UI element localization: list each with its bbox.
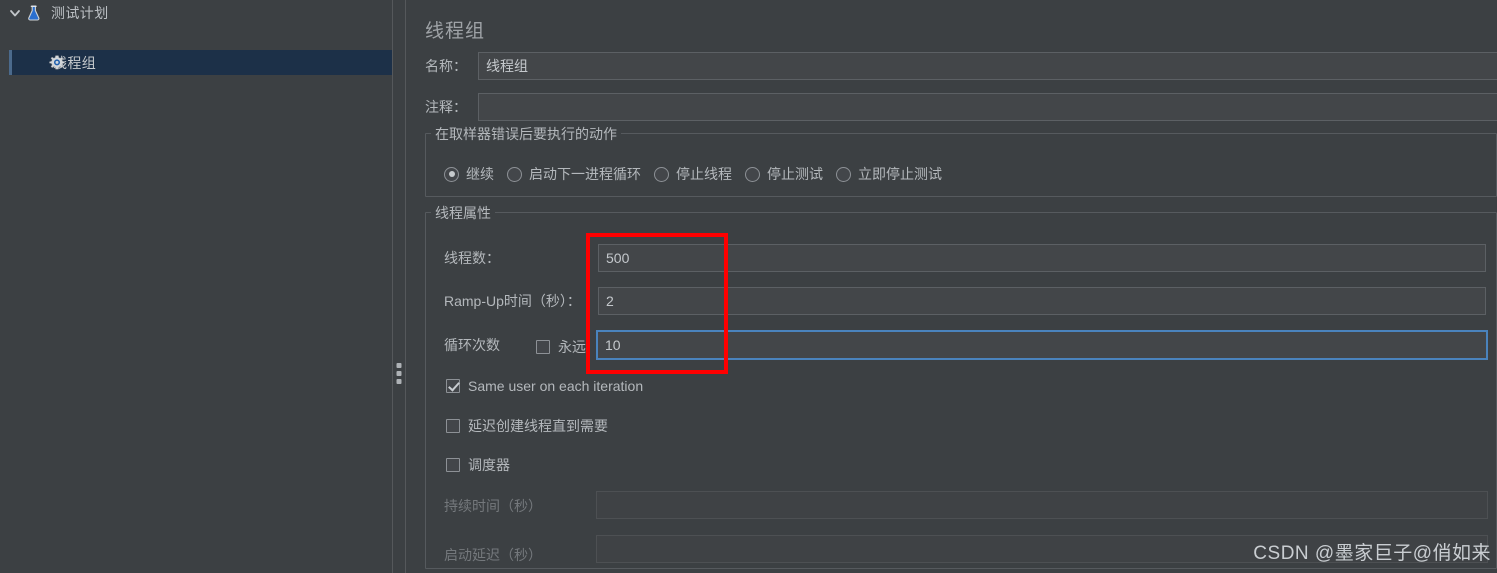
radio-indicator[interactable]	[654, 166, 669, 182]
radio-indicator[interactable]	[745, 166, 760, 182]
name-input[interactable]	[478, 52, 1497, 80]
watermark-text: CSDN @墨家巨子@俏如来	[1253, 543, 1491, 564]
ramp-up-row: Ramp-Up时间（秒）：	[444, 287, 581, 315]
sampler-error-action-radios: 继续 启动下一进程循环 停止线程 停止测试 立即停止测试	[444, 164, 955, 184]
startup-delay-label: 启动延迟（秒）	[444, 547, 542, 563]
num-threads-row: 线程数：	[444, 244, 500, 272]
radio-label: 继续	[466, 166, 494, 182]
checkbox-label: 延迟创建线程直到需要	[468, 418, 608, 434]
tree-item-thread-group[interactable]: 线程组	[9, 50, 392, 75]
checkbox-indicator[interactable]	[536, 340, 550, 354]
gear-icon	[48, 54, 66, 72]
loop-forever-checkbox[interactable]: 永远	[536, 337, 586, 357]
radio-indicator[interactable]	[836, 166, 851, 182]
loop-count-row: 循环次数	[444, 331, 500, 359]
comment-input[interactable]	[478, 93, 1497, 121]
radio-stop-test-now[interactable]: 立即停止测试	[836, 164, 942, 184]
jmeter-window: 测试计划 线程组 线程组 名称： 注释：	[0, 0, 1497, 573]
startup-delay-row: 启动延迟（秒）	[444, 541, 542, 569]
num-threads-label: 线程数：	[444, 250, 500, 266]
radio-start-next-loop[interactable]: 启动下一进程循环	[507, 164, 641, 184]
comment-row: 注释：	[425, 93, 1497, 121]
radio-label: 启动下一进程循环	[529, 166, 641, 182]
radio-label: 停止线程	[676, 166, 732, 182]
same-user-each-iteration-checkbox[interactable]: Same user on each iteration	[446, 378, 643, 394]
ramp-up-input[interactable]	[598, 287, 1486, 315]
comment-label: 注释：	[425, 99, 467, 115]
chevron-down-icon[interactable]	[4, 6, 26, 20]
page-title: 线程组	[425, 21, 486, 42]
radio-stop-test[interactable]: 停止测试	[745, 164, 823, 184]
duration-row: 持续时间（秒）	[444, 492, 542, 520]
thread-properties-legend: 线程属性	[431, 203, 495, 223]
thread-group-config-panel: 线程组 名称： 注释： 在取样器错误后要执行的动作 继续 启动下一进程循环	[406, 0, 1497, 573]
name-label: 名称：	[425, 58, 467, 74]
tree-item-label: 测试计划	[51, 4, 109, 21]
checkbox-label: 永远	[558, 339, 586, 355]
delay-thread-creation-checkbox[interactable]: 延迟创建线程直到需要	[446, 416, 608, 436]
test-plan-tree: 测试计划 线程组	[0, 0, 392, 573]
panel-splitter[interactable]	[392, 0, 406, 573]
radio-indicator[interactable]	[507, 166, 522, 182]
checkbox-indicator[interactable]	[446, 419, 460, 433]
radio-indicator[interactable]	[444, 166, 459, 182]
tree-item-test-plan[interactable]: 测试计划	[0, 0, 392, 25]
radio-label: 停止测试	[767, 166, 823, 182]
loop-count-label: 循环次数	[444, 337, 500, 353]
sampler-error-action-legend: 在取样器错误后要执行的动作	[431, 124, 621, 144]
name-row: 名称：	[425, 52, 1497, 80]
splitter-grip-icon[interactable]	[396, 363, 402, 387]
checkbox-indicator[interactable]	[446, 458, 460, 472]
radio-label: 立即停止测试	[858, 166, 942, 182]
duration-input[interactable]	[596, 491, 1488, 519]
checkbox-label: 调度器	[468, 457, 510, 473]
loop-count-input[interactable]	[596, 330, 1488, 360]
scheduler-checkbox[interactable]: 调度器	[446, 455, 510, 475]
ramp-up-label: Ramp-Up时间（秒）：	[444, 293, 581, 309]
checkbox-indicator[interactable]	[446, 379, 460, 393]
checkbox-label: Same user on each iteration	[468, 378, 644, 394]
duration-label: 持续时间（秒）	[444, 498, 542, 514]
radio-stop-thread[interactable]: 停止线程	[654, 164, 732, 184]
flask-icon	[26, 4, 44, 22]
num-threads-input[interactable]	[598, 244, 1486, 272]
radio-continue[interactable]: 继续	[444, 164, 494, 184]
